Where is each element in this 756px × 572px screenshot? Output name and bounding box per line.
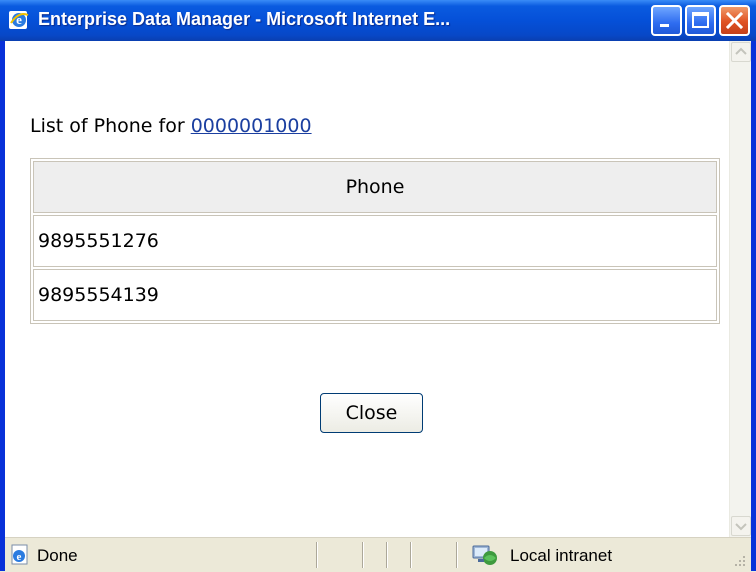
table-row: 9895551276: [33, 215, 717, 267]
column-header-phone: Phone: [33, 161, 717, 213]
close-window-button[interactable]: [719, 5, 750, 36]
maximize-button[interactable]: [685, 5, 716, 36]
status-text: Done: [37, 546, 78, 565]
heading-prefix: List of Phone for: [30, 115, 185, 137]
chevron-up-icon: [735, 47, 747, 55]
status-divider: [410, 542, 412, 568]
browser-window: e Enterprise Data Manager - Microsoft In…: [0, 0, 756, 572]
local-intranet-icon: [472, 545, 497, 565]
close-button[interactable]: Close: [320, 393, 423, 433]
maximize-icon: [692, 12, 709, 28]
title-bar[interactable]: e Enterprise Data Manager - Microsoft In…: [0, 0, 756, 41]
phone-table: Phone 9895551276 9895554139: [30, 158, 720, 324]
phone-cell: 9895554139: [33, 269, 717, 321]
vertical-scrollbar[interactable]: [729, 41, 751, 537]
status-divider: [456, 542, 458, 568]
table-row: 9895554139: [33, 269, 717, 321]
scroll-up-button[interactable]: [731, 42, 751, 62]
page-heading: List of Phone for 0000001000: [30, 115, 312, 137]
table-header-row: Phone: [33, 161, 717, 213]
page-body: List of Phone for 0000001000 Phone 98955…: [5, 41, 729, 537]
status-bar: e Done Local intranet: [5, 537, 751, 572]
page-content-area: List of Phone for 0000001000 Phone 98955…: [5, 41, 751, 537]
minimize-button[interactable]: [651, 5, 682, 36]
status-divider: [386, 542, 388, 568]
status-divider: [362, 542, 364, 568]
security-zone-text: Local intranet: [510, 546, 613, 565]
window-title: Enterprise Data Manager - Microsoft Inte…: [38, 9, 451, 29]
svg-text:e: e: [17, 551, 22, 563]
scroll-down-button[interactable]: [731, 516, 751, 536]
page-done-icon: e: [11, 544, 28, 565]
chevron-down-icon: [735, 523, 747, 531]
record-id-link[interactable]: 0000001000: [191, 115, 312, 137]
internet-explorer-icon: e: [9, 11, 29, 29]
resize-grip-icon[interactable]: [731, 552, 747, 568]
close-icon: [725, 11, 744, 30]
phone-cell: 9895551276: [33, 215, 717, 267]
status-divider: [316, 542, 318, 568]
minimize-icon: [660, 24, 669, 27]
